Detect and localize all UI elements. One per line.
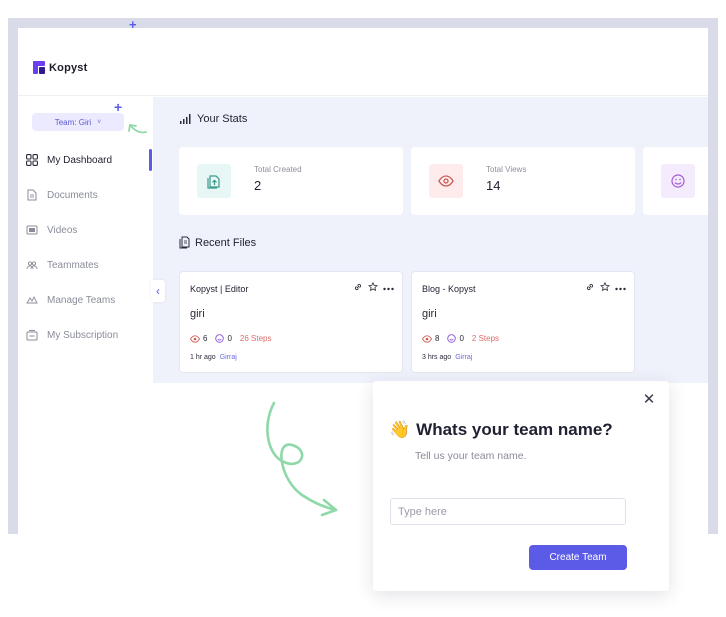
file-card[interactable]: Blog - Kopyst giri 8 0 2 Steps 3 hrs ago… (411, 271, 635, 373)
link-icon[interactable] (585, 282, 595, 295)
sidebar-collapse-button[interactable]: ‹ (151, 280, 165, 302)
file-stats: 8 0 2 Steps (422, 334, 499, 343)
views-count: 8 (435, 334, 440, 343)
top-bar: Kopyst (18, 28, 708, 96)
sidebar-nav: My Dashboard Documents Videos Teammates … (26, 149, 153, 361)
recent-files-title: Recent Files (195, 236, 257, 249)
active-indicator (149, 149, 152, 171)
file-user[interactable]: Girraj (455, 354, 472, 361)
sidebar-item-label: Teammates (47, 259, 99, 271)
file-author: giri (190, 308, 205, 320)
sidebar-item-teammates[interactable]: Teammates (26, 256, 153, 274)
create-team-button[interactable]: Create Team (529, 545, 627, 570)
views-stat: 8 (422, 334, 439, 343)
teammates-icon (26, 259, 38, 271)
file-author: giri (422, 308, 437, 320)
steps-count: 26 Steps (239, 334, 272, 343)
smile-icon (661, 164, 695, 198)
file-stats: 6 0 26 Steps (190, 334, 271, 343)
kopyst-logo-icon (33, 61, 45, 74)
file-time: 3 hrs ago (422, 354, 452, 361)
sidebar-item-label: My Dashboard (47, 154, 113, 166)
file-user[interactable]: Girraj (220, 354, 237, 361)
modal-heading: 👋 Whats your team name? (389, 420, 613, 440)
sidebar-item-videos[interactable]: Videos (26, 221, 153, 239)
sidebar-item-dashboard[interactable]: My Dashboard (26, 149, 153, 171)
stat-value: 14 (486, 178, 501, 193)
star-icon[interactable] (368, 281, 378, 295)
steps-count: 2 Steps (471, 334, 500, 343)
sidebar-item-subscription[interactable]: My Subscription (26, 326, 153, 344)
more-icon[interactable] (383, 283, 394, 294)
doodle-arrow-icon (266, 401, 338, 517)
plus-icon[interactable]: + (114, 99, 122, 115)
team-selector[interactable]: Team: Giri ˅ (32, 113, 124, 131)
chevron-left-icon: ‹ (156, 284, 160, 298)
stat-card-total-created: Total Created 2 (179, 147, 403, 215)
modal-title: Whats your team name? (416, 420, 613, 439)
brand-name: Kopyst (49, 61, 88, 74)
stats-title: Your Stats (197, 113, 248, 125)
file-time: 1 hr ago (190, 354, 216, 361)
smile-icon (447, 334, 457, 343)
file-timestamp: 3 hrs ago Girraj (422, 354, 472, 361)
brand-logo[interactable]: Kopyst (33, 61, 87, 74)
eye-icon (190, 334, 200, 343)
file-actions (353, 281, 394, 295)
manage-teams-icon (26, 294, 38, 306)
stat-label: Total Views (486, 165, 527, 174)
smile-icon (215, 334, 225, 343)
sidebar-item-label: Documents (47, 189, 98, 201)
stat-card-total-views: Total Views 14 (411, 147, 635, 215)
reactions-stat: 0 (215, 334, 232, 343)
sidebar-item-label: Videos (47, 224, 78, 236)
sidebar: Team: Giri ˅ + My Dashboard Documents Vi… (18, 97, 153, 534)
reactions-count: 0 (459, 334, 464, 343)
document-upload-icon (197, 164, 231, 198)
team-label: Team: Giri (54, 117, 92, 127)
eye-icon (422, 334, 432, 343)
stat-value: 2 (254, 178, 262, 193)
sidebar-item-label: My Subscription (47, 329, 119, 341)
views-count: 6 (203, 334, 208, 343)
recent-files-heading: Recent Files (179, 236, 256, 249)
file-timestamp: 1 hr ago Girraj (190, 354, 237, 361)
views-stat: 6 (190, 334, 207, 343)
close-icon[interactable]: ✕ (642, 392, 656, 407)
file-name: Blog - Kopyst (422, 284, 476, 294)
modal-subtitle: Tell us your team name. (415, 450, 527, 462)
eye-icon (429, 164, 463, 198)
stat-card-reactions (643, 147, 708, 215)
sidebar-item-documents[interactable]: Documents (26, 186, 153, 204)
reactions-stat: 0 (447, 334, 464, 343)
create-team-modal: ✕ 👋 Whats your team name? Tell us your t… (373, 381, 669, 591)
stat-label: Total Created (254, 165, 302, 174)
sidebar-item-label: Manage Teams (47, 294, 116, 306)
file-name: Kopyst | Editor (190, 284, 249, 294)
link-icon[interactable] (353, 282, 363, 295)
sidebar-item-manage-teams[interactable]: Manage Teams (26, 291, 153, 309)
more-icon[interactable] (615, 283, 626, 294)
subscription-icon (26, 329, 38, 341)
reactions-count: 0 (227, 334, 232, 343)
dashboard-icon (26, 154, 38, 166)
video-icon (26, 224, 38, 236)
star-icon[interactable] (600, 281, 610, 295)
file-card[interactable]: Kopyst | Editor giri 6 0 26 Steps 1 hr a… (179, 271, 403, 373)
chevron-down-icon: ˅ (97, 118, 102, 126)
annotation-arrow-icon (128, 124, 147, 134)
stats-heading: Your Stats (180, 113, 247, 125)
document-icon (26, 189, 38, 201)
team-name-input[interactable] (390, 498, 626, 525)
waving-hand-icon: 👋 (389, 420, 411, 439)
files-icon (179, 236, 190, 249)
file-actions (585, 281, 626, 295)
signal-bars-icon (180, 114, 191, 124)
add-team-plus-icon[interactable]: + (129, 17, 137, 32)
main-content: Your Stats Total Created 2 Total Views 1… (153, 97, 708, 383)
